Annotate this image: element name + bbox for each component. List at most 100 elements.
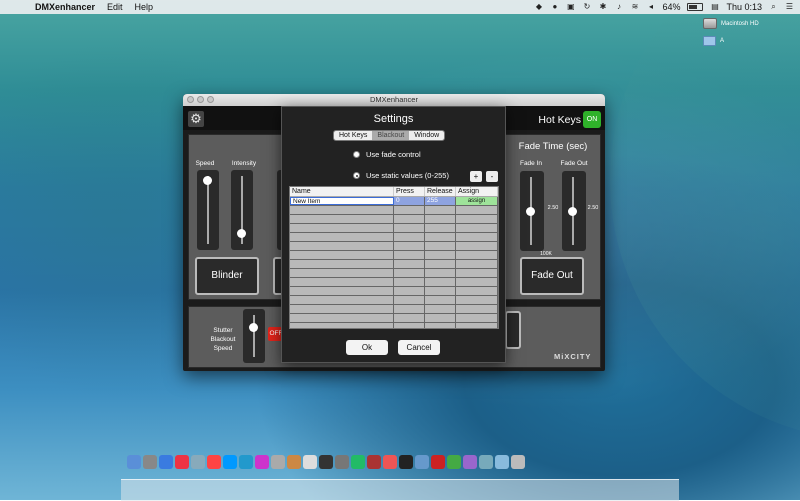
table-cell[interactable] [394, 278, 425, 286]
minimize-window-button[interactable] [197, 96, 204, 103]
word-icon[interactable] [351, 455, 365, 469]
table-cell[interactable] [425, 278, 456, 286]
fade-out-button[interactable]: Fade Out [520, 257, 584, 295]
music-icon[interactable] [463, 455, 477, 469]
table-cell[interactable] [425, 287, 456, 295]
battery-icon[interactable] [687, 3, 704, 11]
table-cell[interactable] [290, 323, 394, 328]
chrome-icon[interactable] [175, 455, 189, 469]
speaker-icon[interactable]: ◂ [646, 3, 655, 11]
text-icon[interactable] [383, 455, 397, 469]
spotlight-icon[interactable]: ⌕ [769, 3, 778, 11]
notification-center-icon[interactable]: ☰ [785, 3, 794, 11]
table-cell[interactable] [456, 260, 498, 268]
table-cell[interactable] [425, 224, 456, 232]
release-cell[interactable]: 255 [425, 197, 456, 205]
volume-icon[interactable]: ♪ [614, 3, 623, 11]
table-cell[interactable] [425, 296, 456, 304]
time-machine-icon[interactable]: ↻ [582, 3, 591, 11]
table-cell[interactable] [425, 305, 456, 313]
table-cell[interactable] [290, 260, 394, 268]
table-cell[interactable] [394, 215, 425, 223]
table-row[interactable] [290, 251, 498, 260]
system-prefs-icon[interactable] [335, 455, 349, 469]
skype-icon[interactable] [223, 455, 237, 469]
remove-item-button[interactable]: - [486, 171, 498, 182]
table-cell[interactable] [394, 224, 425, 232]
status-app-icon[interactable]: ● [550, 3, 559, 11]
table-cell[interactable] [456, 296, 498, 304]
table-row[interactable] [290, 269, 498, 278]
table-row[interactable] [290, 323, 498, 328]
table-row[interactable] [290, 287, 498, 296]
table-row[interactable] [290, 260, 498, 269]
table-row[interactable]: New Item 0 255 assign [290, 197, 498, 206]
gear-icon[interactable]: ⚙ [188, 111, 204, 127]
help-menu[interactable]: Help [135, 0, 154, 14]
slider-knob[interactable] [249, 323, 258, 333]
slider-knob[interactable] [237, 229, 246, 239]
column-header-assign[interactable]: Assign [456, 187, 498, 196]
assign-button[interactable]: assign [456, 197, 498, 205]
column-header-release[interactable]: Release [425, 187, 456, 196]
table-cell[interactable] [290, 314, 394, 322]
window-titlebar[interactable]: DMXenhancer [183, 94, 605, 106]
table-cell[interactable] [456, 278, 498, 286]
table-cell[interactable] [290, 287, 394, 295]
table-cell[interactable] [394, 233, 425, 241]
table-cell[interactable] [425, 314, 456, 322]
table-cell[interactable] [394, 260, 425, 268]
table-cell[interactable] [425, 215, 456, 223]
table-cell[interactable] [290, 269, 394, 277]
photos-icon[interactable] [287, 455, 301, 469]
menubar-clock[interactable]: Thu 0:13 [726, 0, 762, 14]
table-row[interactable] [290, 305, 498, 314]
preview-icon[interactable] [271, 455, 285, 469]
app-store-icon[interactable] [239, 455, 253, 469]
table-cell[interactable] [290, 242, 394, 250]
close-window-button[interactable] [187, 96, 194, 103]
wifi-icon[interactable]: ≋ [630, 3, 639, 11]
slider-knob[interactable] [203, 176, 212, 185]
option-fade-control[interactable]: Use fade control [353, 150, 421, 159]
table-row[interactable] [290, 233, 498, 242]
stutter-speed-slider[interactable] [243, 309, 265, 363]
table-cell[interactable] [394, 269, 425, 277]
table-row[interactable] [290, 278, 498, 287]
table-cell[interactable] [425, 323, 456, 328]
cancel-button[interactable]: Cancel [398, 340, 440, 355]
table-row[interactable] [290, 215, 498, 224]
table-cell[interactable] [290, 251, 394, 259]
partial-bottom-button[interactable] [505, 311, 521, 349]
column-header-press[interactable]: Press [394, 187, 425, 196]
intensity-slider[interactable] [231, 170, 253, 250]
hotkeys-toggle[interactable]: ON [583, 111, 601, 128]
table-cell[interactable] [290, 296, 394, 304]
table-cell[interactable] [290, 206, 394, 214]
table-cell[interactable] [394, 305, 425, 313]
table-cell[interactable] [394, 206, 425, 214]
itunes-icon[interactable] [255, 455, 269, 469]
table-cell[interactable] [425, 233, 456, 241]
table-row[interactable] [290, 314, 498, 323]
bluetooth-icon[interactable]: ✱ [598, 3, 607, 11]
trash-icon[interactable] [511, 455, 525, 469]
table-cell[interactable] [456, 206, 498, 214]
table-cell[interactable] [425, 251, 456, 259]
wine-icon[interactable] [367, 455, 381, 469]
table-cell[interactable] [394, 287, 425, 295]
table-row[interactable] [290, 224, 498, 233]
table-cell[interactable] [290, 215, 394, 223]
edit-menu[interactable]: Edit [107, 0, 123, 14]
status-app-icon-2[interactable]: ▣ [566, 3, 575, 11]
option-static-values[interactable]: Use static values (0-255) [353, 171, 449, 180]
launchpad-icon[interactable] [143, 455, 157, 469]
table-cell[interactable] [456, 323, 498, 328]
radio-button[interactable] [353, 151, 360, 158]
zoom-window-button[interactable] [207, 96, 214, 103]
folder-a[interactable]: A [703, 36, 724, 46]
table-cell[interactable] [456, 224, 498, 232]
speed-slider[interactable] [197, 170, 219, 250]
macintosh-hd[interactable]: Macintosh HD [703, 18, 759, 29]
folder-icon[interactable] [495, 455, 509, 469]
